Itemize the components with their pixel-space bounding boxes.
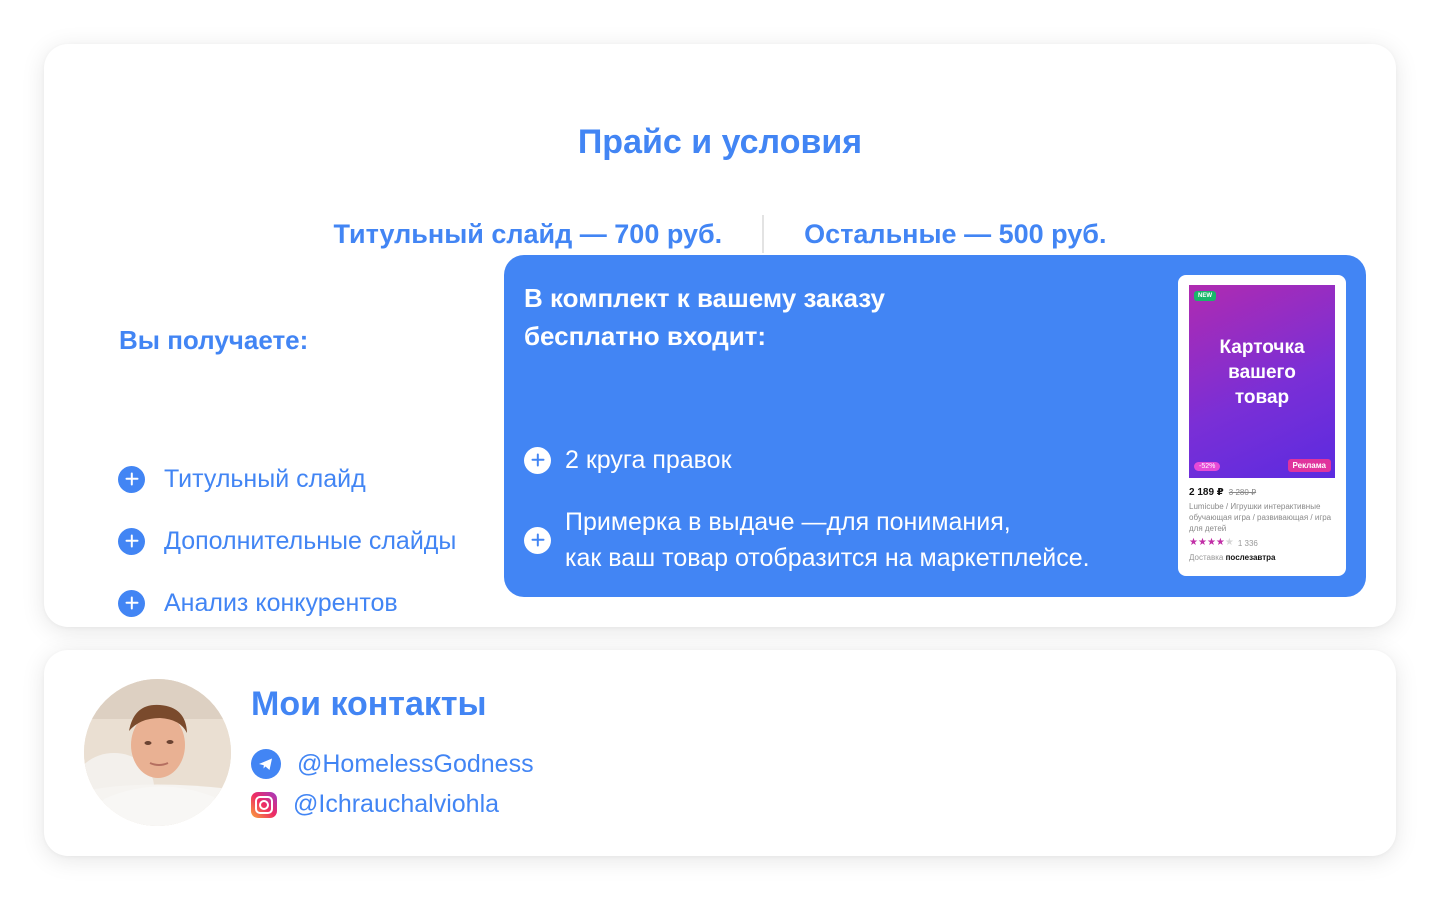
- bonus-item-label: Примерка в выдаче —для понимания, как ва…: [565, 504, 1090, 576]
- avatar: [84, 679, 231, 826]
- star-icon: ★: [1215, 537, 1225, 548]
- telegram-contact[interactable]: @HomelessGodness: [251, 749, 534, 779]
- feature-list: Титульный слайд Дополнительные слайды Ан…: [118, 462, 456, 648]
- feature-item: Титульный слайд: [118, 462, 456, 496]
- ad-badge: Реклама: [1287, 459, 1331, 472]
- contacts-title: Мои контакты: [251, 685, 487, 723]
- bonus-title: В комплект к вашему заказу бесплатно вхо…: [524, 279, 885, 355]
- bonus-title-line: бесплатно входит:: [524, 321, 767, 351]
- product-delivery: Доставка послезавтра: [1189, 553, 1275, 562]
- plus-circle-icon: [118, 527, 145, 555]
- feature-label: Дополнительные слайды: [164, 526, 457, 555]
- product-image-text: Карточка вашего товар: [1219, 337, 1305, 408]
- product-price-row: 2 189 ₽ 3 280 ₽: [1189, 487, 1256, 498]
- feature-item: Дополнительные слайды: [118, 524, 456, 558]
- price-title: Прайс и условия: [577, 123, 863, 161]
- bonus-item-line: Примерка в выдаче —для понимания,: [565, 508, 1011, 536]
- telegram-icon: [251, 749, 281, 779]
- price-divider: [762, 215, 765, 253]
- title-slide-price: Титульный слайд — 700 руб.: [333, 218, 723, 249]
- bonus-item-line: как ваш товар отобразится на маркетплейс…: [565, 544, 1090, 572]
- product-rating: ★ ★ ★ ★ ★ 1 336: [1189, 538, 1258, 548]
- star-icon: ★: [1197, 537, 1207, 548]
- new-badge: NEW: [1194, 291, 1216, 301]
- product-description: Lumicube / Игрушки интерактивные обучающ…: [1189, 502, 1332, 533]
- reviews-count: 1 336: [1237, 538, 1258, 548]
- plus-circle-icon: [118, 465, 145, 493]
- other-slides-price: Остальные — 500 руб.: [804, 218, 1107, 249]
- star-empty-icon: ★: [1224, 537, 1234, 548]
- product-price: 2 189 ₽: [1189, 487, 1224, 498]
- bonus-item-label: 2 круга правок: [565, 446, 732, 474]
- product-card-preview: NEW Карточка вашего товар -52% Реклама 2…: [1178, 275, 1346, 576]
- avatar-photo: [84, 679, 231, 826]
- bonus-item: 2 круга правок: [524, 442, 732, 478]
- you-get-title: Вы получаете:: [119, 325, 309, 355]
- telegram-handle[interactable]: @HomelessGodness: [297, 750, 534, 779]
- delivery-label: Доставка: [1189, 553, 1224, 562]
- delivery-value: послезавтра: [1225, 553, 1276, 562]
- instagram-contact[interactable]: @Ichrauchalviohla: [251, 790, 499, 819]
- bonus-panel: В комплект к вашему заказу бесплатно вхо…: [504, 255, 1366, 597]
- feature-label: Анализ конкурентов: [164, 588, 398, 617]
- star-icon: ★: [1189, 537, 1198, 548]
- instagram-handle[interactable]: @Ichrauchalviohla: [293, 790, 499, 819]
- instagram-icon: [251, 791, 277, 818]
- price-row: Титульный слайд — 700 руб. Остальные — 5…: [44, 214, 1396, 254]
- product-old-price: 3 280 ₽: [1228, 488, 1257, 497]
- bonus-item: Примерка в выдаче —для понимания, как ва…: [524, 504, 1090, 576]
- product-image: NEW Карточка вашего товар -52% Реклама: [1189, 285, 1335, 478]
- feature-item: Анализ конкурентов: [118, 586, 456, 620]
- discount-badge: -52%: [1194, 462, 1221, 471]
- contacts-card: Мои контакты @HomelessGodness @Ichraucha…: [44, 650, 1396, 856]
- bonus-title-line: В комплект к вашему заказу: [524, 283, 886, 313]
- plus-circle-icon: [524, 446, 551, 474]
- plus-circle-icon: [524, 526, 551, 554]
- feature-label: Титульный слайд: [164, 464, 366, 493]
- star-icon: ★: [1206, 537, 1216, 548]
- plus-circle-icon: [118, 589, 145, 617]
